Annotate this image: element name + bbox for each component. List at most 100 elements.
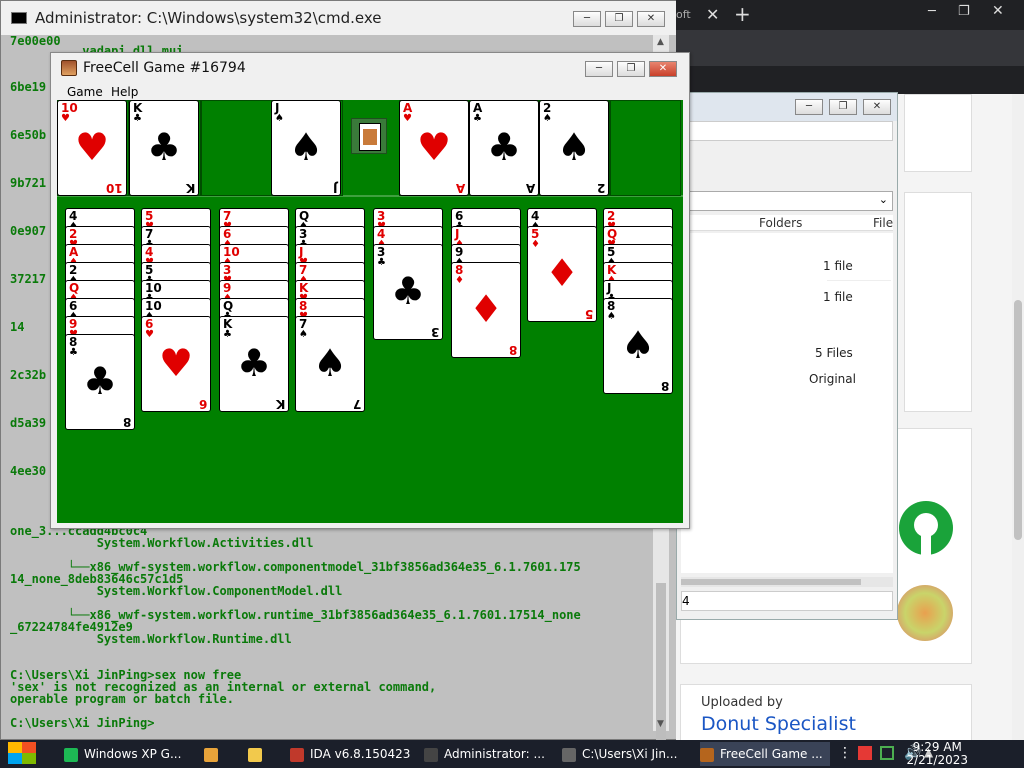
scroll-down-icon[interactable]: ▼ <box>657 719 664 729</box>
playing-card[interactable]: 3♣♣3 <box>373 244 443 340</box>
freecell-window[interactable]: FreeCell Game #16794 ─ ❐ ✕ Game Help 10 ♥… <box>50 52 690 529</box>
taskbar: Windows XP G... IDA v6.8.150423 Administra… <box>0 740 1024 768</box>
minimize-icon[interactable]: ─ <box>928 4 936 19</box>
playing-card[interactable]: 8 ♣ ♣ 8 <box>65 334 135 430</box>
explorer-maximize-button[interactable]: ❐ <box>829 99 857 115</box>
app-icon <box>290 747 304 762</box>
freecell-minimize-button[interactable]: ─ <box>585 61 613 77</box>
explorer-statusbar: 4 <box>681 591 893 611</box>
taskbar-item[interactable]: FreeCell Game ... <box>700 742 830 766</box>
taskbar-item[interactable] <box>204 742 238 766</box>
cmd-line-fragment: 6be19 <box>10 80 47 94</box>
cmd-line-fragment: 37217 <box>10 272 47 286</box>
app-icon <box>204 747 218 762</box>
close-window-icon[interactable]: ✕ <box>992 3 1004 19</box>
browser-bookmarks-bar <box>676 66 1024 94</box>
browser-tab-fragment[interactable]: oft <box>676 8 691 21</box>
network-icon[interactable] <box>880 746 894 760</box>
opensource-logo-icon <box>899 501 953 555</box>
explorer-titlebar[interactable]: ─ ❐ ✕ <box>677 93 897 121</box>
app-icon <box>700 747 714 762</box>
freecell-title: FreeCell Game #16794 <box>83 60 246 76</box>
browser-scroll-thumb[interactable] <box>1014 300 1022 540</box>
card-rank-bottom: 5 <box>584 307 593 321</box>
cmd-line: C:\Users\Xi JinPing> <box>10 716 155 730</box>
explorer-close-button[interactable]: ✕ <box>863 99 891 115</box>
playing-card[interactable]: 8 ♠ ♠ 8 <box>603 298 673 394</box>
column-file[interactable]: File <box>873 216 893 230</box>
playing-card[interactable]: 6 ♥ ♥ 6 <box>141 316 211 412</box>
taskbar-item[interactable]: Windows XP G... <box>64 742 194 766</box>
cmd-maximize-button[interactable]: ❐ <box>605 11 633 27</box>
restore-icon[interactable]: ❐ <box>958 4 970 19</box>
playing-card[interactable]: A ♣ ♣ A <box>469 100 539 196</box>
card-center-icon: ♣ <box>486 125 522 169</box>
playing-card[interactable]: 2♠♠2 <box>539 100 609 196</box>
playing-card[interactable]: K ♣ ♣ K <box>219 316 289 412</box>
playing-card[interactable]: 5 ♦ ♦ 5 <box>527 226 597 322</box>
list-item[interactable]: 1 file <box>823 290 853 304</box>
cmd-line: System.Workflow.ComponentModel.dll <box>10 584 343 598</box>
column-folders[interactable]: Folders <box>759 216 802 230</box>
card-rank-bottom: 2 <box>596 181 605 195</box>
cmd-line-fragment: 0e907 <box>10 224 47 238</box>
new-tab-icon[interactable]: + <box>734 2 751 26</box>
taskbar-item[interactable]: IDA v6.8.150423 <box>290 742 418 766</box>
card-center-icon: ♠ <box>288 125 324 169</box>
explorer-list[interactable]: 1 file 1 file 5 Files Original <box>681 233 893 573</box>
playing-card[interactable]: 8 ♦ ♦ 8 <box>451 262 521 358</box>
chevron-down-icon[interactable]: ⌄ <box>879 193 888 206</box>
card-center-icon: ♥ <box>158 341 194 385</box>
explorer-minimize-button[interactable]: ─ <box>795 99 823 115</box>
cmd-minimize-button[interactable]: ─ <box>573 11 601 27</box>
card-center-icon: ♥ <box>416 125 452 169</box>
king-icon <box>351 118 387 154</box>
menu-game[interactable]: Game <box>67 85 103 99</box>
browser-tabstrip[interactable]: oft ✕ + ─ ❐ ✕ <box>676 0 1024 30</box>
app-icon <box>424 747 438 762</box>
card-center-icon: ♣ <box>146 125 182 169</box>
cmd-line-fragment: 9b721 <box>10 176 47 190</box>
card-slot[interactable] <box>201 100 273 196</box>
list-item[interactable]: 5 Files <box>815 346 853 360</box>
browser-scrollbar[interactable] <box>1012 94 1024 740</box>
cmd-close-button[interactable]: ✕ <box>637 11 665 27</box>
game-board[interactable]: 10♥♥10K♣♣KJ♠♠JA♥♥AA♣♣A2♠♠24♠♠42♥♥2A♦♦A2♠… <box>57 100 683 523</box>
list-item[interactable]: Original <box>809 372 856 386</box>
cmd-line-fragment: d5a39 <box>10 416 47 430</box>
uploader-link[interactable]: Donut Specialist <box>701 713 856 735</box>
flag-icon[interactable] <box>858 746 872 760</box>
taskbar-item[interactable]: Administrator: ... <box>424 742 556 766</box>
playing-card[interactable]: J ♠ ♠ J <box>271 100 341 196</box>
playing-card[interactable]: K ♣ ♣ K <box>129 100 199 196</box>
playing-card[interactable]: 10 ♥ ♥ 10 <box>57 100 127 196</box>
menu-help[interactable]: Help <box>111 85 138 99</box>
card-slot[interactable] <box>609 100 681 196</box>
card-rank-bottom: K <box>275 397 285 411</box>
card-center-icon: ♠ <box>556 125 592 169</box>
app-icon <box>64 747 78 762</box>
clock[interactable]: 9:29 AM 2/21/2023 <box>906 740 968 767</box>
card-rank-bottom: 8 <box>122 415 131 429</box>
freecell-close-button[interactable]: ✕ <box>649 61 677 77</box>
list-item[interactable]: 1 file <box>823 259 853 273</box>
close-tab-icon[interactable]: ✕ <box>706 5 719 24</box>
taskbar-item-label: Windows XP G... <box>84 747 182 761</box>
freecell-menubar: Game Help <box>51 83 689 101</box>
scroll-up-icon[interactable]: ▲ <box>657 37 664 47</box>
uploader-card: Uploaded by Donut Specialist <box>680 684 972 744</box>
playing-card[interactable]: 7 ♠ ♠ 7 <box>295 316 365 412</box>
freecell-maximize-button[interactable]: ❐ <box>617 61 645 77</box>
taskbar-item[interactable]: C:\Users\Xi Jin... <box>562 742 694 766</box>
clock-date: 2/21/2023 <box>906 753 968 767</box>
start-button[interactable] <box>8 742 48 766</box>
playing-card[interactable]: A ♥ ♥ A <box>399 100 469 196</box>
card-center-icon: ♦ <box>468 287 504 331</box>
taskbar-item[interactable] <box>248 742 282 766</box>
explorer-hscrollbar[interactable] <box>681 577 893 587</box>
tray-overflow-icon[interactable]: ⋮ <box>838 745 852 761</box>
explorer-column-headers: Folders File <box>681 215 893 231</box>
cmd-icon <box>11 12 27 24</box>
explorer-dropdown[interactable]: ⌄ <box>681 191 893 211</box>
explorer-window[interactable]: ─ ❐ ✕ ⌄ Folders File 1 file 1 file 5 Fil… <box>676 92 898 620</box>
